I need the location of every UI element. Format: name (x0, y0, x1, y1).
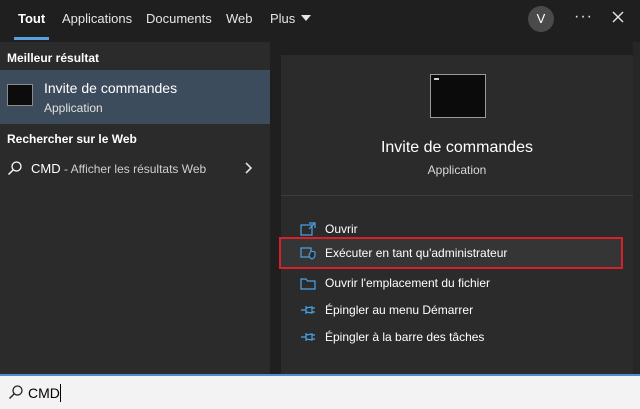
pin-icon (301, 333, 315, 341)
web-search-item[interactable]: CMD - Afficher les résultats Web (0, 150, 270, 186)
text-cursor (60, 384, 61, 402)
action-pin-to-start[interactable]: Épingler au menu Démarrer (285, 297, 623, 323)
scrollbar[interactable] (633, 42, 640, 374)
best-match-subtitle: Application (44, 101, 103, 115)
tab-web[interactable]: Web (226, 0, 253, 40)
more-options-icon[interactable]: ··· (574, 8, 593, 26)
tab-documents[interactable]: Documents (146, 0, 212, 40)
pin-icon (301, 306, 315, 314)
preview-pane: Invite de commandes Application Ouvrir E… (279, 55, 633, 374)
preview-subtitle: Application (427, 163, 487, 177)
search-input[interactable] (28, 382, 588, 404)
action-pin-to-start-label: Épingler au menu Démarrer (325, 303, 474, 317)
web-search-heading: Rechercher sur le Web (7, 132, 137, 146)
action-pin-to-taskbar-label: Épingler à la barre des tâches (325, 330, 485, 344)
best-match-title: Invite de commandes (44, 80, 178, 96)
tab-applications[interactable]: Applications (62, 0, 132, 40)
best-match-heading: Meilleur résultat (7, 51, 100, 65)
folder-icon (300, 278, 316, 290)
action-run-as-admin[interactable]: Exécuter en tant qu'administrateur (279, 237, 623, 269)
search-bar (0, 374, 640, 409)
admin-shield-icon (300, 247, 316, 260)
best-match-item[interactable]: Invite de commandes Application (0, 70, 270, 124)
tab-all[interactable]: Tout (13, 0, 50, 40)
close-icon[interactable] (610, 8, 626, 26)
open-icon (300, 222, 316, 236)
preview-title: Invite de commandes (380, 139, 534, 156)
search-tab-bar: Tout Applications Documents Web Plus V ·… (0, 0, 640, 42)
action-pin-to-taskbar[interactable]: Épingler à la barre des tâches (285, 324, 623, 350)
divider (281, 195, 633, 196)
search-icon (8, 161, 22, 175)
chevron-right-icon[interactable] (244, 161, 254, 175)
caret-down-icon (301, 15, 312, 21)
command-prompt-icon (7, 84, 33, 106)
command-prompt-large-icon (430, 74, 486, 118)
web-search-query: CMD (31, 161, 61, 176)
tab-more[interactable]: Plus (270, 0, 312, 40)
user-avatar[interactable]: V (528, 6, 554, 32)
web-search-suffix: - Afficher les résultats Web (60, 162, 207, 176)
action-open-file-location[interactable]: Ouvrir l'emplacement du fichier (285, 270, 623, 296)
tab-more-label: Plus (270, 11, 296, 26)
web-search-label: CMD - Afficher les résultats Web (31, 161, 206, 176)
search-icon (9, 385, 23, 399)
action-run-as-admin-label: Exécuter en tant qu'administrateur (325, 246, 508, 260)
action-open-file-location-label: Ouvrir l'emplacement du fichier (325, 276, 491, 290)
action-open-label: Ouvrir (325, 222, 358, 236)
results-list: Meilleur résultat Invite de commandes Ap… (0, 42, 270, 374)
